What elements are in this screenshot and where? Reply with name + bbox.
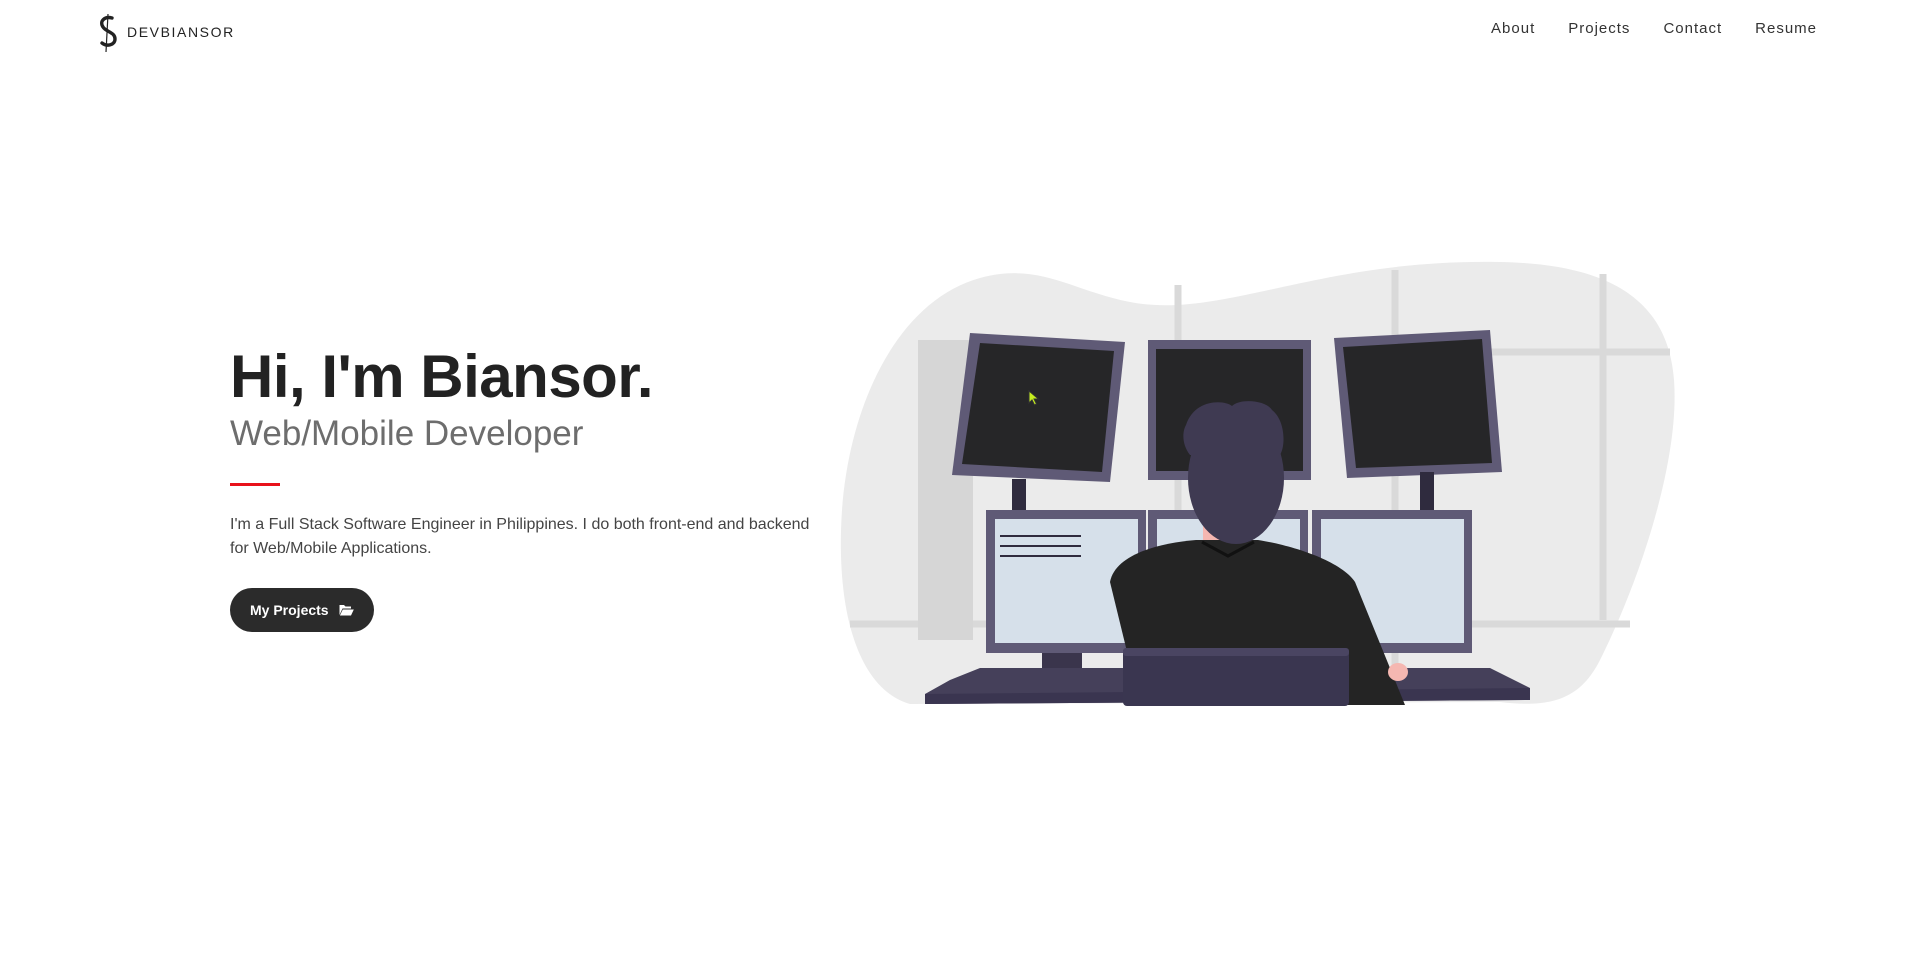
nav-link-projects[interactable]: Projects [1568, 20, 1630, 37]
brand-link[interactable]: DEVBIANSOR [96, 12, 235, 52]
nav-item-contact: Contact [1663, 20, 1722, 38]
nav-link-resume[interactable]: Resume [1755, 20, 1817, 37]
hero-subtitle: Web/Mobile Developer [230, 414, 584, 453]
nav-link-about[interactable]: About [1491, 20, 1535, 37]
nav-link-contact[interactable]: Contact [1663, 20, 1722, 37]
nav-menu: About Projects Contact Resume [1491, 20, 1817, 38]
brand-logo-icon [100, 13, 117, 52]
my-projects-label: My Projects [250, 602, 329, 618]
folder-open-icon [339, 604, 354, 616]
nav-item-about: About [1491, 20, 1535, 38]
hero-description: I'm a Full Stack Software Engineer in Ph… [230, 516, 810, 557]
hero-intro: Hi, I'm Biansor. Web/Mobile Developer I'… [230, 342, 820, 632]
brand-name: DEVBIANSOR [127, 24, 235, 40]
accent-divider [230, 483, 280, 486]
chair [1123, 648, 1349, 706]
nav-item-projects: Projects [1568, 20, 1630, 38]
developer-illustration [840, 261, 1675, 706]
nav-item-resume: Resume [1755, 20, 1817, 38]
hero-title: Hi, I'm Biansor. [230, 343, 654, 410]
mouse-pointer-icon [1028, 390, 1040, 406]
my-projects-button[interactable]: My Projects [230, 588, 374, 632]
navbar: DEVBIANSOR About Projects Contact Resume [0, 0, 1905, 64]
